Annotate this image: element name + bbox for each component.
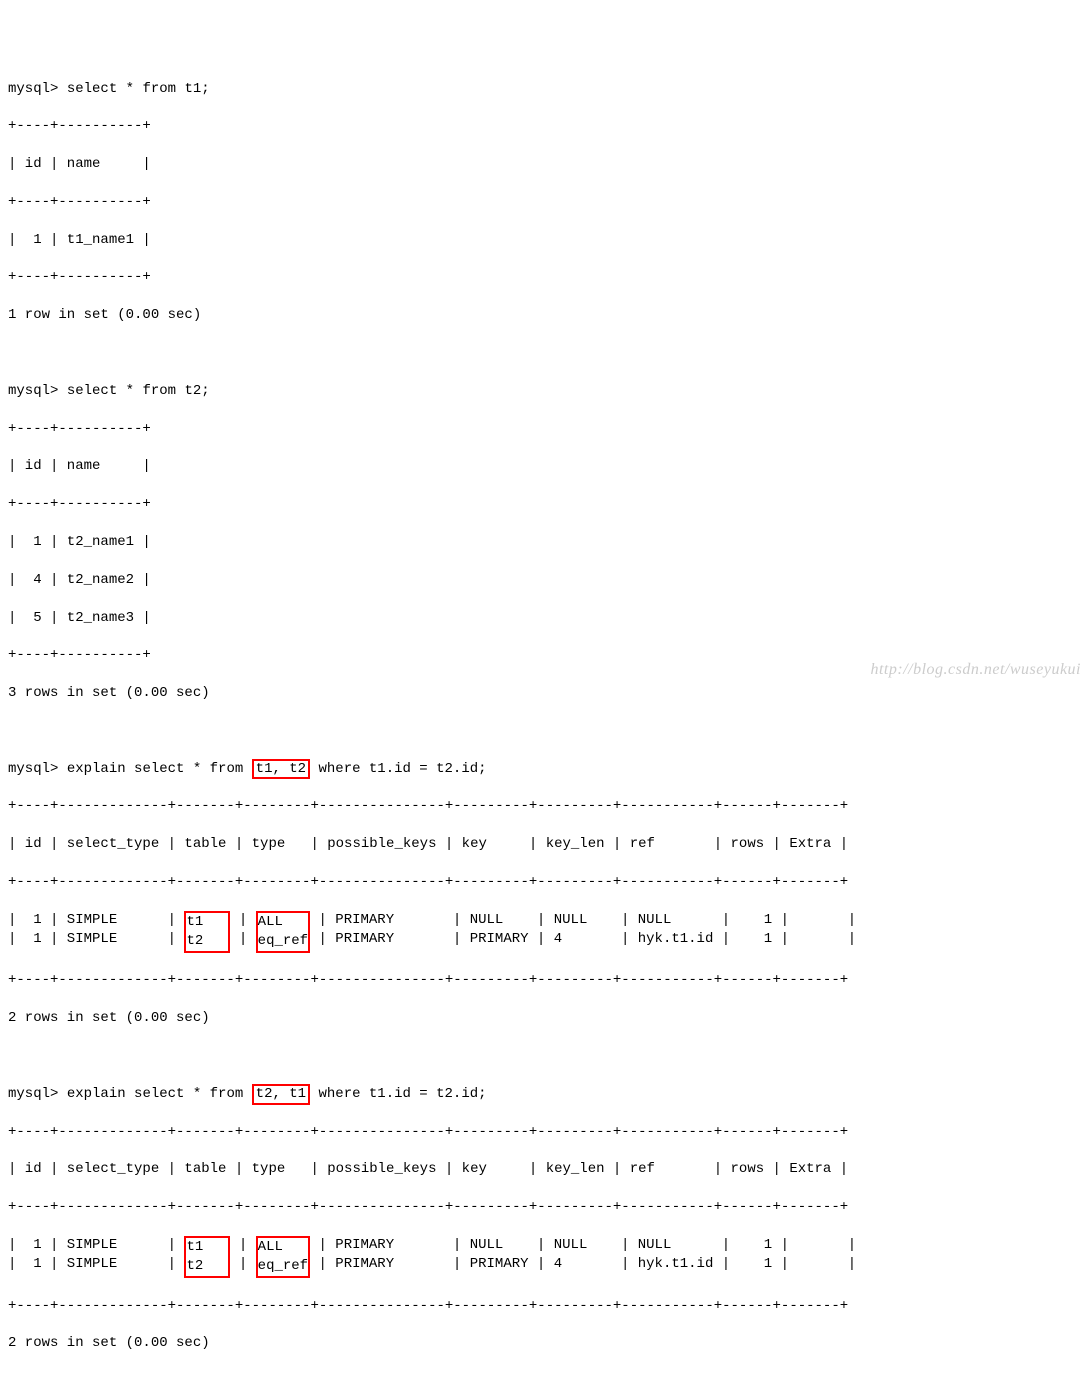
highlight-tables-1: t1, t2 xyxy=(252,759,310,780)
ex1-border-mid: +----+-------------+-------+--------+---… xyxy=(8,873,1083,892)
blank-3 xyxy=(8,1047,1083,1066)
ex2-suffix-col: | PRIMARY | NULL | NULL | NULL | 1 | | |… xyxy=(310,1236,856,1274)
ex2-border-mid: +----+-------------+-------+--------+---… xyxy=(8,1198,1083,1217)
t1-border-top: +----+----------+ xyxy=(8,117,1083,136)
t2-row-2: | 4 | t2_name2 | xyxy=(8,571,1083,590)
highlight-type-col-2: ALL eq_ref xyxy=(256,1236,310,1278)
t1-footer: 1 row in set (0.00 sec) xyxy=(8,306,1083,325)
ex1-footer: 2 rows in set (0.00 sec) xyxy=(8,1009,1083,1028)
t2-row-3: | 5 | t2_name3 | xyxy=(8,609,1083,628)
ex2-prefix-col: | 1 | SIMPLE | | 1 | SIMPLE | xyxy=(8,1236,184,1274)
query-line-3: mysql> explain select * from t1, t2 wher… xyxy=(8,760,1083,779)
query-text-4a: explain select * from xyxy=(67,1086,252,1102)
highlight-table-col-2: t1 t2 xyxy=(184,1236,230,1278)
ex1-mid-col: | | xyxy=(230,911,255,949)
watermark-text: http://blog.csdn.net/wuseyukui xyxy=(870,659,1081,681)
t2-border-mid: +----+----------+ xyxy=(8,495,1083,514)
ex1-prefix-col: | 1 | SIMPLE | | 1 | SIMPLE | xyxy=(8,911,184,949)
mysql-prompt: mysql> xyxy=(8,383,58,399)
ex2-mid-col: | | xyxy=(230,1236,255,1274)
query-line-4: mysql> explain select * from t2, t1 wher… xyxy=(8,1085,1083,1104)
mysql-prompt: mysql> xyxy=(8,1086,58,1102)
ex2-border-bottom: +----+-------------+-------+--------+---… xyxy=(8,1297,1083,1316)
t1-row-1: | 1 | t1_name1 | xyxy=(8,231,1083,250)
query-line-1: mysql> select * from t1; xyxy=(8,80,1083,99)
ex1-border-top: +----+-------------+-------+--------+---… xyxy=(8,797,1083,816)
t1-border-mid: +----+----------+ xyxy=(8,193,1083,212)
mysql-prompt: mysql> xyxy=(8,81,58,97)
query-text-3a: explain select * from xyxy=(67,761,252,777)
t2-border-top: +----+----------+ xyxy=(8,420,1083,439)
highlight-table-col-1: t1 t2 xyxy=(184,911,230,953)
ex1-border-bottom: +----+-------------+-------+--------+---… xyxy=(8,971,1083,990)
mysql-prompt: mysql> xyxy=(8,761,58,777)
query-text-1: select * from t1; xyxy=(67,81,210,97)
highlight-type-col-1: ALL eq_ref xyxy=(256,911,310,953)
query-text-3b: where t1.id = t2.id; xyxy=(310,761,486,777)
ex2-footer: 2 rows in set (0.00 sec) xyxy=(8,1334,1083,1353)
highlight-tables-2: t2, t1 xyxy=(252,1084,310,1105)
ex1-suffix-col: | PRIMARY | NULL | NULL | NULL | 1 | | |… xyxy=(310,911,856,949)
ex2-border-top: +----+-------------+-------+--------+---… xyxy=(8,1123,1083,1142)
query-line-2: mysql> select * from t2; xyxy=(8,382,1083,401)
ex1-body: | 1 | SIMPLE | | 1 | SIMPLE | t1 t2 | | … xyxy=(8,911,1083,953)
t1-border-bottom: +----+----------+ xyxy=(8,268,1083,287)
t2-row-1: | 1 | t2_name1 | xyxy=(8,533,1083,552)
t1-header: | id | name | xyxy=(8,155,1083,174)
query-text-2: select * from t2; xyxy=(67,383,210,399)
ex2-body: | 1 | SIMPLE | | 1 | SIMPLE | t1 t2 | | … xyxy=(8,1236,1083,1278)
query-text-4b: where t1.id = t2.id; xyxy=(310,1086,486,1102)
blank-1 xyxy=(8,344,1083,363)
blank-2 xyxy=(8,722,1083,741)
ex2-header: | id | select_type | table | type | poss… xyxy=(8,1160,1083,1179)
t2-footer: 3 rows in set (0.00 sec) xyxy=(8,684,1083,703)
ex1-header: | id | select_type | table | type | poss… xyxy=(8,835,1083,854)
t2-header: | id | name | xyxy=(8,457,1083,476)
